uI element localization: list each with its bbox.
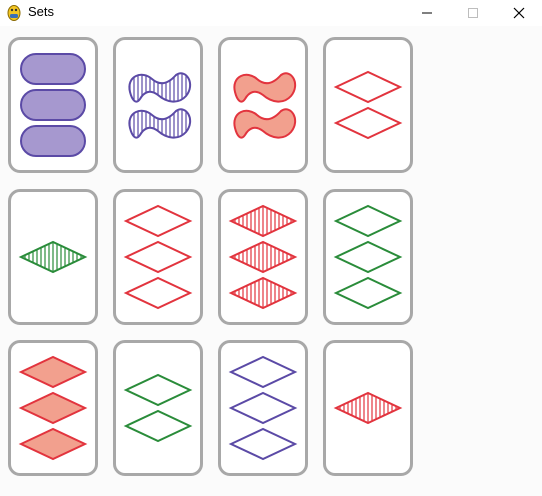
oval-symbol	[20, 53, 86, 85]
diamond-symbol	[333, 391, 403, 425]
set-card[interactable]	[323, 189, 413, 325]
diamond-symbol	[18, 391, 88, 425]
diamond-symbol	[123, 240, 193, 274]
maximize-button[interactable]	[450, 0, 496, 26]
oval-symbol	[20, 89, 86, 121]
diamond-symbol	[228, 391, 298, 425]
diamond-symbol	[228, 240, 298, 274]
squiggle-symbol	[128, 108, 192, 139]
close-icon	[513, 7, 525, 19]
set-card[interactable]	[113, 340, 203, 476]
set-card[interactable]	[113, 37, 203, 173]
set-card[interactable]	[113, 189, 203, 325]
diamond-symbol	[123, 409, 193, 443]
set-card[interactable]	[8, 189, 98, 325]
diamond-symbol	[18, 240, 88, 274]
diamond-symbol	[228, 204, 298, 238]
set-card[interactable]	[8, 340, 98, 476]
squiggle-symbol	[233, 108, 297, 139]
set-card[interactable]	[323, 37, 413, 173]
diamond-symbol	[123, 204, 193, 238]
squiggle-symbol	[128, 72, 192, 103]
diamond-symbol	[228, 276, 298, 310]
window-title: Sets	[28, 4, 55, 19]
diamond-symbol	[333, 240, 403, 274]
python-icon	[6, 4, 22, 22]
diamond-symbol	[18, 427, 88, 461]
diamond-symbol	[228, 355, 298, 389]
diamond-symbol	[333, 204, 403, 238]
minimize-button[interactable]	[404, 0, 450, 26]
maximize-icon	[468, 8, 478, 18]
diamond-symbol	[18, 355, 88, 389]
title-bar: Sets	[0, 0, 542, 26]
set-card[interactable]	[323, 340, 413, 476]
diamond-symbol	[333, 70, 403, 104]
card-board	[0, 26, 542, 496]
oval-symbol	[20, 125, 86, 157]
close-button[interactable]	[496, 0, 542, 26]
set-card[interactable]	[218, 37, 308, 173]
set-card[interactable]	[218, 189, 308, 325]
squiggle-symbol	[233, 72, 297, 103]
set-card[interactable]	[8, 37, 98, 173]
diamond-symbol	[228, 427, 298, 461]
diamond-symbol	[123, 276, 193, 310]
set-card[interactable]	[218, 340, 308, 476]
minimize-icon	[422, 12, 432, 14]
diamond-symbol	[123, 373, 193, 407]
diamond-symbol	[333, 276, 403, 310]
diamond-symbol	[333, 106, 403, 140]
